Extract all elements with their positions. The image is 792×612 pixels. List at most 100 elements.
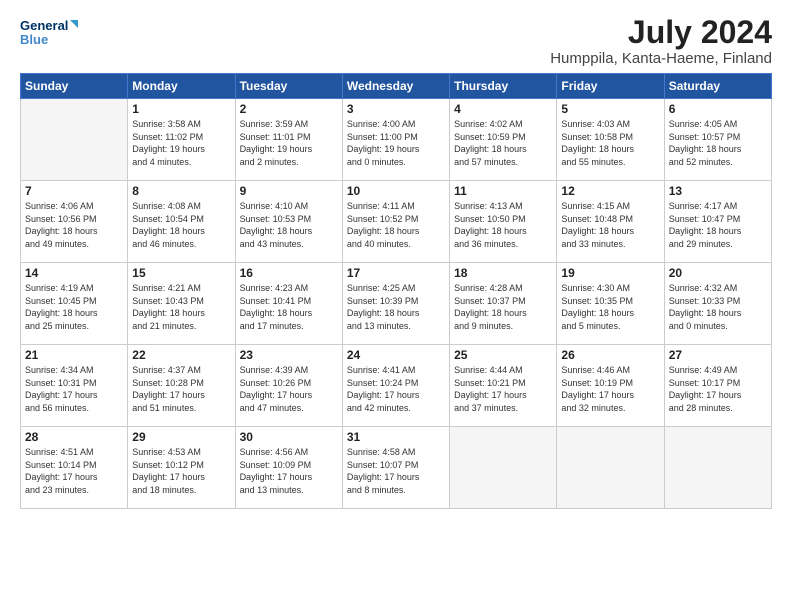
day-number: 22	[132, 348, 230, 362]
day-number: 8	[132, 184, 230, 198]
cell-w2-d7: 13Sunrise: 4:17 AM Sunset: 10:47 PM Dayl…	[664, 181, 771, 263]
logo-svg: General Blue	[20, 16, 80, 52]
day-info: Sunrise: 4:13 AM Sunset: 10:50 PM Daylig…	[454, 200, 552, 250]
day-info: Sunrise: 4:05 AM Sunset: 10:57 PM Daylig…	[669, 118, 767, 168]
cell-w5-d4: 31Sunrise: 4:58 AM Sunset: 10:07 PM Dayl…	[342, 427, 449, 509]
week-row-2: 7Sunrise: 4:06 AM Sunset: 10:56 PM Dayli…	[21, 181, 772, 263]
day-info: Sunrise: 4:34 AM Sunset: 10:31 PM Daylig…	[25, 364, 123, 414]
day-info: Sunrise: 4:49 AM Sunset: 10:17 PM Daylig…	[669, 364, 767, 414]
day-info: Sunrise: 4:23 AM Sunset: 10:41 PM Daylig…	[240, 282, 338, 332]
logo: General Blue	[20, 16, 80, 52]
day-info: Sunrise: 4:30 AM Sunset: 10:35 PM Daylig…	[561, 282, 659, 332]
day-info: Sunrise: 4:08 AM Sunset: 10:54 PM Daylig…	[132, 200, 230, 250]
location-title: Humppila, Kanta-Haeme, Finland	[550, 50, 772, 67]
day-number: 28	[25, 430, 123, 444]
col-thursday: Thursday	[450, 74, 557, 99]
day-number: 11	[454, 184, 552, 198]
day-info: Sunrise: 3:59 AM Sunset: 11:01 PM Daylig…	[240, 118, 338, 168]
title-block: July 2024 Humppila, Kanta-Haeme, Finland	[550, 16, 772, 67]
cell-w2-d1: 7Sunrise: 4:06 AM Sunset: 10:56 PM Dayli…	[21, 181, 128, 263]
header: General Blue July 2024 Humppila, Kanta-H…	[20, 16, 772, 67]
day-number: 10	[347, 184, 445, 198]
day-number: 12	[561, 184, 659, 198]
cell-w1-d5: 4 Sunrise: 4:02 AM Sunset: 10:59 PM Dayli…	[450, 99, 557, 181]
day-info: Sunrise: 4:53 AM Sunset: 10:12 PM Daylig…	[132, 446, 230, 496]
col-wednesday: Wednesday	[342, 74, 449, 99]
day-number: 6	[669, 102, 767, 116]
week-row-3: 14Sunrise: 4:19 AM Sunset: 10:45 PM Dayl…	[21, 263, 772, 345]
day-info: Sunrise: 4:17 AM Sunset: 10:47 PM Daylig…	[669, 200, 767, 250]
day-number: 29	[132, 430, 230, 444]
col-saturday: Saturday	[664, 74, 771, 99]
cell-w1-d3: 2 Sunrise: 3:59 AM Sunset: 11:01 PM Dayli…	[235, 99, 342, 181]
cell-w3-d4: 17 Sunrise: 4:25 AM Sunset: 10:39 PM Dayl…	[342, 263, 449, 345]
day-number: 4	[454, 102, 552, 116]
cell-w5-d6	[557, 427, 664, 509]
day-number: 23	[240, 348, 338, 362]
week-row-5: 28Sunrise: 4:51 AM Sunset: 10:14 PM Dayl…	[21, 427, 772, 509]
col-friday: Friday	[557, 74, 664, 99]
day-number: 25	[454, 348, 552, 362]
cell-w4-d4: 24 Sunrise: 4:41 AM Sunset: 10:24 PM Dayl…	[342, 345, 449, 427]
cell-w5-d3: 30 Sunrise: 4:56 AM Sunset: 10:09 PM Dayl…	[235, 427, 342, 509]
week-row-1: 1 Sunrise: 3:58 AM Sunset: 11:02 PM Dayli…	[21, 99, 772, 181]
day-info: Sunrise: 4:41 AM Sunset: 10:24 PM Daylig…	[347, 364, 445, 414]
cell-w1-d7: 6 Sunrise: 4:05 AM Sunset: 10:57 PM Dayli…	[664, 99, 771, 181]
cell-w1-d6: 5 Sunrise: 4:03 AM Sunset: 10:58 PM Dayli…	[557, 99, 664, 181]
day-number: 16	[240, 266, 338, 280]
cell-w5-d2: 29 Sunrise: 4:53 AM Sunset: 10:12 PM Dayl…	[128, 427, 235, 509]
month-title: July 2024	[550, 16, 772, 48]
day-number: 14	[25, 266, 123, 280]
day-number: 18	[454, 266, 552, 280]
cell-w2-d3: 9Sunrise: 4:10 AM Sunset: 10:53 PM Dayli…	[235, 181, 342, 263]
day-info: Sunrise: 4:28 AM Sunset: 10:37 PM Daylig…	[454, 282, 552, 332]
day-number: 21	[25, 348, 123, 362]
day-info: Sunrise: 3:58 AM Sunset: 11:02 PM Daylig…	[132, 118, 230, 168]
cell-w2-d2: 8 Sunrise: 4:08 AM Sunset: 10:54 PM Dayli…	[128, 181, 235, 263]
day-number: 20	[669, 266, 767, 280]
cell-w5-d1: 28Sunrise: 4:51 AM Sunset: 10:14 PM Dayl…	[21, 427, 128, 509]
day-info: Sunrise: 4:21 AM Sunset: 10:43 PM Daylig…	[132, 282, 230, 332]
cell-w4-d2: 22 Sunrise: 4:37 AM Sunset: 10:28 PM Dayl…	[128, 345, 235, 427]
day-info: Sunrise: 4:06 AM Sunset: 10:56 PM Daylig…	[25, 200, 123, 250]
day-info: Sunrise: 4:10 AM Sunset: 10:53 PM Daylig…	[240, 200, 338, 250]
day-info: Sunrise: 4:25 AM Sunset: 10:39 PM Daylig…	[347, 282, 445, 332]
day-info: Sunrise: 4:03 AM Sunset: 10:58 PM Daylig…	[561, 118, 659, 168]
day-info: Sunrise: 4:58 AM Sunset: 10:07 PM Daylig…	[347, 446, 445, 496]
day-number: 19	[561, 266, 659, 280]
day-info: Sunrise: 4:37 AM Sunset: 10:28 PM Daylig…	[132, 364, 230, 414]
cell-w4-d6: 26 Sunrise: 4:46 AM Sunset: 10:19 PM Dayl…	[557, 345, 664, 427]
cell-w3-d1: 14Sunrise: 4:19 AM Sunset: 10:45 PM Dayl…	[21, 263, 128, 345]
calendar-table: Sunday Monday Tuesday Wednesday Thursday…	[20, 73, 772, 509]
cell-w4-d1: 21 Sunrise: 4:34 AM Sunset: 10:31 PM Dayl…	[21, 345, 128, 427]
day-number: 27	[669, 348, 767, 362]
week-row-4: 21 Sunrise: 4:34 AM Sunset: 10:31 PM Dayl…	[21, 345, 772, 427]
day-number: 30	[240, 430, 338, 444]
cell-w5-d7	[664, 427, 771, 509]
cell-w3-d5: 18 Sunrise: 4:28 AM Sunset: 10:37 PM Dayl…	[450, 263, 557, 345]
day-info: Sunrise: 4:32 AM Sunset: 10:33 PM Daylig…	[669, 282, 767, 332]
cell-w1-d2: 1 Sunrise: 3:58 AM Sunset: 11:02 PM Dayli…	[128, 99, 235, 181]
col-tuesday: Tuesday	[235, 74, 342, 99]
col-sunday: Sunday	[21, 74, 128, 99]
svg-text:General: General	[20, 18, 68, 33]
calendar-page: General Blue July 2024 Humppila, Kanta-H…	[0, 0, 792, 612]
day-info: Sunrise: 4:56 AM Sunset: 10:09 PM Daylig…	[240, 446, 338, 496]
day-info: Sunrise: 4:46 AM Sunset: 10:19 PM Daylig…	[561, 364, 659, 414]
cell-w3-d6: 19 Sunrise: 4:30 AM Sunset: 10:35 PM Dayl…	[557, 263, 664, 345]
col-monday: Monday	[128, 74, 235, 99]
cell-w4-d7: 27 Sunrise: 4:49 AM Sunset: 10:17 PM Dayl…	[664, 345, 771, 427]
cell-w1-d1	[21, 99, 128, 181]
day-info: Sunrise: 4:39 AM Sunset: 10:26 PM Daylig…	[240, 364, 338, 414]
day-number: 17	[347, 266, 445, 280]
cell-w3-d3: 16 Sunrise: 4:23 AM Sunset: 10:41 PM Dayl…	[235, 263, 342, 345]
day-number: 26	[561, 348, 659, 362]
day-info: Sunrise: 4:44 AM Sunset: 10:21 PM Daylig…	[454, 364, 552, 414]
day-number: 5	[561, 102, 659, 116]
day-number: 24	[347, 348, 445, 362]
day-number: 2	[240, 102, 338, 116]
day-number: 1	[132, 102, 230, 116]
day-info: Sunrise: 4:02 AM Sunset: 10:59 PM Daylig…	[454, 118, 552, 168]
day-number: 3	[347, 102, 445, 116]
day-info: Sunrise: 4:11 AM Sunset: 10:52 PM Daylig…	[347, 200, 445, 250]
